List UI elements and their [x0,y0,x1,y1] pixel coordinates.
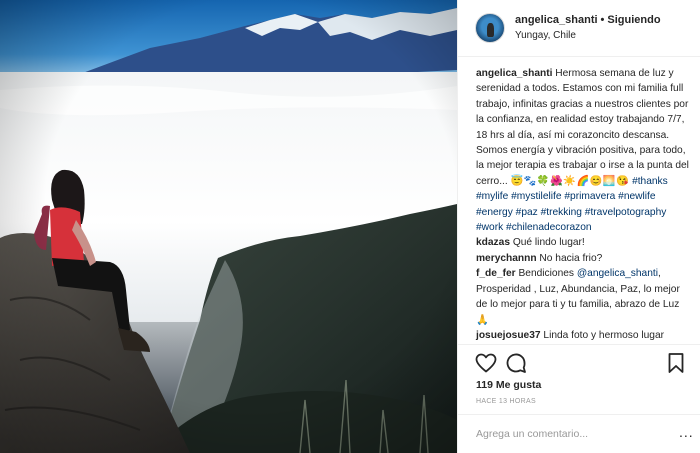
caption-text: Hermosa semana de luz y serenidad a todo… [476,68,689,187]
hashtag[interactable]: #chilenadecorazon [506,222,592,233]
comment-username[interactable]: josuejosue37 [476,330,541,341]
header-username[interactable]: angelica_shanti [515,14,598,26]
comment-username[interactable]: kdazas [476,237,510,248]
hashtag[interactable]: #energy [476,207,513,218]
comment-prefix: Bendiciones [518,268,574,280]
hashtag[interactable]: #paz [516,207,538,218]
comment: josuejosue37 Linda foto y hermoso lugar [476,328,694,343]
comment-username[interactable]: f_de_fer [476,268,516,279]
comment-text: No hacia frio? [539,252,603,264]
comment-text: Qué lindo lugar! [512,237,585,249]
caption-emojis: 😇🐾🍀🌺☀️🌈😊🌅😘 [510,175,630,187]
comment: merychannn No hacia frio? [476,251,694,266]
post-header: angelica_shanti • Siguiendo Yungay, Chile [458,0,700,57]
photo-scene [0,0,457,453]
comment: kdazas Qué lindo lugar! [476,235,694,250]
caption: angelica_shanti Hermosa semana de luz y … [476,66,694,235]
speech-bubble-icon[interactable] [504,351,528,375]
bookmark-icon[interactable] [664,351,688,375]
action-bar [458,344,700,376]
comment-form: ... [458,414,700,453]
post-side-panel: angelica_shanti • Siguiendo Yungay, Chile … [457,0,700,453]
comment-username[interactable]: merychannn [476,253,537,264]
hashtag[interactable]: #primavera [564,191,615,202]
hashtag[interactable]: #mylife [476,191,508,202]
more-options-button[interactable]: ... [679,425,695,441]
avatar[interactable] [475,13,505,43]
hashtag[interactable]: #newlife [618,191,655,202]
post-photo[interactable] [0,0,457,453]
header-user-line: angelica_shanti • Siguiendo [515,14,661,26]
timestamp[interactable]: HACE 13 HORAS [476,398,536,405]
comment-mention[interactable]: @angelica_shanti [577,268,658,279]
heart-icon[interactable] [474,351,498,375]
comment-input[interactable] [476,425,656,443]
header-separator: • [600,14,605,26]
hashtag[interactable]: #mystilelife [511,191,561,202]
likes-count[interactable]: 119 Me gusta [476,379,541,391]
hashtag[interactable]: #work [476,222,503,233]
hashtag[interactable]: #trekking [541,207,582,218]
caption-username[interactable]: angelica_shanti [476,68,552,79]
location-link[interactable]: Yungay, Chile [515,30,576,41]
comment: f_de_fer Bendiciones @angelica_shanti, P… [476,266,694,328]
comments-list: angelica_shanti Hermosa semana de luz y … [476,66,694,343]
hashtag[interactable]: #thanks [632,176,668,187]
post: angelica_shanti • Siguiendo Yungay, Chile … [0,0,700,453]
hashtag[interactable]: #travelpotography [585,207,667,218]
comment-text: Linda foto y hermoso lugar [543,329,665,341]
following-button[interactable]: Siguiendo [607,14,660,26]
